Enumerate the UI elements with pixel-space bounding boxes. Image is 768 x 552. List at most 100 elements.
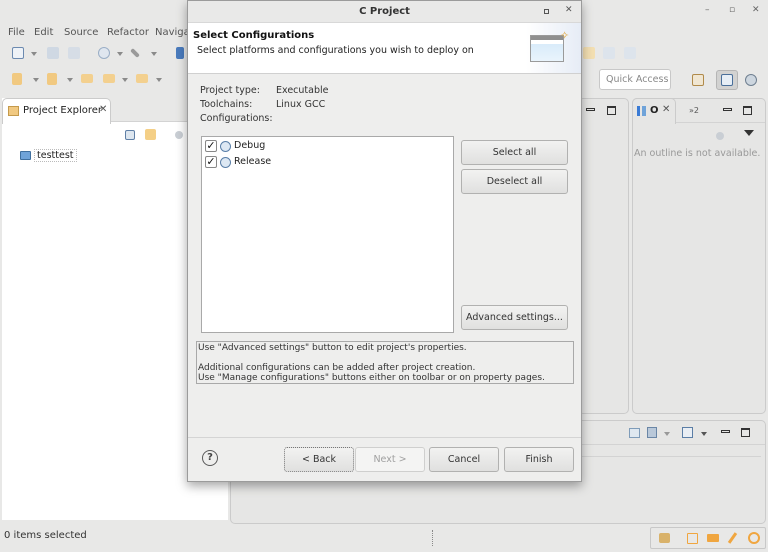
view-menu-icon[interactable] <box>744 130 754 136</box>
info-line: Use "Advanced settings" button to edit p… <box>198 343 467 353</box>
wizard-banner: ✧ <box>526 23 581 73</box>
wizard-page-description: Select platforms and configurations you … <box>197 45 474 56</box>
c-cpp-perspective-icon <box>721 74 733 86</box>
quick-access-input[interactable]: Quick Access <box>599 69 671 90</box>
menu-file[interactable]: File <box>8 27 25 38</box>
overview-icon[interactable] <box>687 533 698 544</box>
tree-item-label: testtest <box>34 149 77 162</box>
new-dropdown-icon[interactable] <box>31 52 37 56</box>
configurations-list[interactable]: ✓ Debug ✓ Release <box>201 136 454 333</box>
build-config-dropdown-icon[interactable] <box>117 52 123 56</box>
open-console-dropdown-icon[interactable] <box>701 432 707 436</box>
select-all-button[interactable]: Select all <box>461 140 568 165</box>
status-trim-toolbar <box>650 527 766 549</box>
info-line: Use "Manage configurations" buttons eith… <box>198 373 545 383</box>
close-icon[interactable]: ✕ <box>99 104 107 115</box>
project-type-label: Project type: <box>200 85 260 96</box>
c-project-dialog: C Project ✕ Select Configurations Select… <box>187 0 582 482</box>
tab-project-explorer[interactable]: Project Explorer ✕ <box>2 98 111 124</box>
last-edit-icon[interactable] <box>81 74 93 83</box>
wizard-header: Select Configurations Select platforms a… <box>188 23 581 74</box>
debug-icon[interactable] <box>176 47 184 59</box>
ide-close-button[interactable]: ✕ <box>752 5 760 15</box>
nav-toolbar <box>0 68 190 90</box>
tab-project-explorer-label: Project Explorer <box>23 105 103 116</box>
display-console-dropdown-icon[interactable] <box>664 432 670 436</box>
show-whitespace-icon[interactable] <box>624 47 636 59</box>
project-explorer-icon <box>8 106 19 116</box>
new-console-icon[interactable] <box>629 428 640 438</box>
build-config-icon[interactable] <box>98 47 110 59</box>
info-line: Additional configurations can be added a… <box>198 363 476 373</box>
forward-icon[interactable] <box>136 74 148 83</box>
sparkle-icon: ✧ <box>560 29 570 42</box>
minimize-icon[interactable] <box>586 108 595 111</box>
open-perspective-icon[interactable] <box>692 74 704 86</box>
back-dropdown-icon[interactable] <box>122 78 128 82</box>
config-row-release[interactable]: ✓ Release <box>205 155 445 171</box>
whats-new-icon[interactable] <box>748 532 760 544</box>
release-checkbox[interactable]: ✓ <box>205 156 217 168</box>
status-bar-text: 0 items selected <box>4 530 87 541</box>
focus-icon[interactable] <box>716 132 724 140</box>
debug-perspective-icon[interactable] <box>745 74 757 86</box>
ide-maximize-button[interactable]: ▫ <box>729 5 735 15</box>
maximize-icon[interactable] <box>743 106 752 115</box>
project-type-value: Executable <box>276 85 329 96</box>
back-button[interactable]: < Back <box>284 447 354 472</box>
next-annotation-icon[interactable] <box>12 73 22 85</box>
configuration-icon <box>220 157 231 168</box>
new-project-wizard-icon <box>530 35 564 62</box>
toggle-mark-icon[interactable] <box>583 47 595 59</box>
menu-edit[interactable]: Edit <box>34 27 53 38</box>
save-all-icon[interactable] <box>68 47 80 59</box>
dialog-maximize-button[interactable] <box>544 9 549 14</box>
build-dropdown-icon[interactable] <box>151 52 157 56</box>
back-icon[interactable] <box>103 74 115 83</box>
minimize-icon[interactable] <box>723 108 732 111</box>
deselect-all-button[interactable]: Deselect all <box>461 169 568 194</box>
help-button[interactable]: ? <box>202 450 218 466</box>
finish-button[interactable]: Finish <box>504 447 574 472</box>
build-hammer-icon[interactable] <box>130 48 140 58</box>
tutorials-icon[interactable] <box>707 534 719 542</box>
block-select-icon[interactable] <box>603 47 615 59</box>
link-with-editor-icon[interactable] <box>145 129 156 140</box>
tree-item-testtest[interactable]: testtest <box>20 149 80 163</box>
restore-welcome-icon[interactable] <box>659 533 670 543</box>
next-annotation-dropdown-icon[interactable] <box>33 78 39 82</box>
menu-refactor[interactable]: Refactor <box>107 27 149 38</box>
editor-area-panel <box>578 98 629 414</box>
samples-icon[interactable] <box>727 532 738 544</box>
prev-annotation-dropdown-icon[interactable] <box>67 78 73 82</box>
maximize-icon[interactable] <box>741 428 750 437</box>
dialog-title: C Project <box>359 6 410 17</box>
close-icon[interactable]: ✕ <box>662 104 670 115</box>
dialog-title-bar: C Project ✕ <box>188 1 581 23</box>
view-menu-icon[interactable] <box>175 131 183 139</box>
menu-source[interactable]: Source <box>64 27 98 38</box>
toolchains-label: Toolchains: <box>200 99 253 110</box>
collapse-all-icon[interactable] <box>125 130 135 140</box>
save-icon[interactable] <box>47 47 59 59</box>
ide-minimize-button[interactable]: – <box>705 5 710 15</box>
maximize-icon[interactable] <box>607 106 616 115</box>
outline-panel: O ✕ »2 An outline is not available. <box>632 98 766 414</box>
minimize-icon[interactable] <box>721 430 730 433</box>
cancel-button[interactable]: Cancel <box>429 447 499 472</box>
configurations-label: Configurations: <box>200 113 273 124</box>
prev-annotation-icon[interactable] <box>47 73 57 85</box>
next-button[interactable]: Next > <box>355 447 425 472</box>
forward-dropdown-icon[interactable] <box>156 78 162 82</box>
dialog-close-button[interactable]: ✕ <box>565 5 573 15</box>
debug-checkbox[interactable]: ✓ <box>205 140 217 152</box>
wizard-page-title: Select Configurations <box>193 30 315 41</box>
open-console-icon[interactable] <box>682 427 693 438</box>
new-icon[interactable] <box>12 47 24 59</box>
overflow-tabs-button[interactable]: »2 <box>689 106 699 115</box>
display-console-icon[interactable] <box>647 427 657 438</box>
c-cpp-perspective-button[interactable] <box>716 70 738 90</box>
tab-outline[interactable]: O ✕ <box>632 98 676 124</box>
config-row-debug[interactable]: ✓ Debug <box>205 139 445 155</box>
advanced-settings-button[interactable]: Advanced settings... <box>461 305 568 330</box>
